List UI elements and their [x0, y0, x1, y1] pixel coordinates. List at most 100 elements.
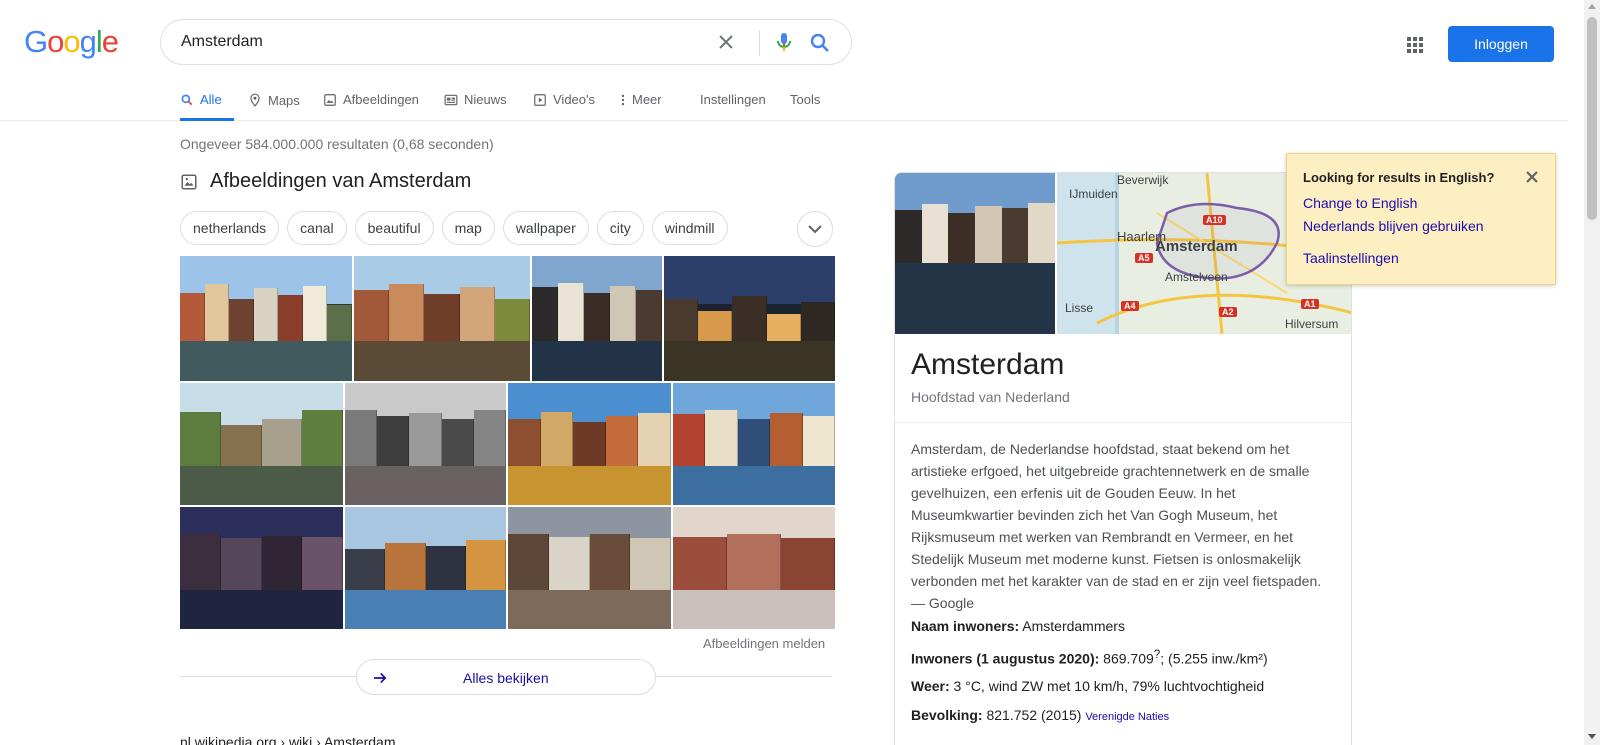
fact-value: 821.752 (2015)	[986, 707, 1082, 723]
map-shield-a4: A4	[1121, 301, 1139, 311]
fact-bevolking: Bevolking: 821.752 (2015) Verenigde Nati…	[911, 707, 1169, 723]
chip-canal[interactable]: canal	[287, 211, 347, 245]
result-stats: Ongeveer 584.000.000 resultaten (0,68 se…	[180, 136, 494, 152]
fact-label[interactable]: Inwoners (1 augustus 2020):	[911, 651, 1099, 667]
description-text: Amsterdam, de Nederlandse hoofdstad, sta…	[911, 441, 1322, 589]
scroll-down-icon[interactable]	[1588, 734, 1596, 739]
logo-letter: g	[79, 24, 97, 59]
knowledge-panel-photo[interactable]	[895, 173, 1055, 334]
image-thumbnail[interactable]	[180, 256, 352, 381]
map-label-lisse: Lisse	[1065, 301, 1094, 315]
chip-beautiful[interactable]: beautiful	[354, 211, 434, 245]
knowledge-panel-divider	[895, 422, 1351, 423]
logo-letter: o	[47, 24, 64, 59]
tab-all[interactable]: Alle	[180, 92, 222, 107]
chip-map[interactable]: map	[441, 211, 495, 245]
fact-naam-inwoners: Naam inwoners: Amsterdammers	[911, 618, 1125, 634]
tab-news[interactable]: Nieuws	[444, 92, 507, 107]
image-thumbnail[interactable]	[532, 256, 662, 381]
tab-maps[interactable]: Maps	[248, 92, 300, 108]
chip-netherlands[interactable]: netherlands	[180, 211, 280, 245]
chevron-down-icon	[808, 225, 822, 234]
chip-windmill[interactable]: windmill	[651, 211, 728, 245]
image-icon	[181, 174, 197, 189]
search-icon	[181, 93, 193, 105]
images-heading-text: Afbeeldingen van Amsterdam	[210, 170, 472, 192]
signin-button[interactable]: Inloggen	[1448, 26, 1554, 62]
tab-videos[interactable]: Video's	[533, 92, 595, 107]
image-thumbnail[interactable]	[673, 383, 835, 505]
tab-tools[interactable]: Tools	[790, 92, 820, 107]
result-breadcrumb[interactable]: nl.wikipedia.org › wiki › Amsterdam	[180, 734, 396, 745]
report-images-link[interactable]: Afbeeldingen melden	[703, 636, 825, 651]
knowledge-panel: Beverwijk IJmuiden Haarlem Amsterdam Ams…	[894, 172, 1352, 745]
map-label-amstelveen: Amstelveen	[1165, 270, 1228, 284]
more-vert-icon	[621, 94, 625, 105]
apps-grid-icon[interactable]	[1403, 33, 1427, 57]
chip-wallpaper[interactable]: wallpaper	[502, 211, 589, 245]
fact-inwoners: Inwoners (1 augustus 2020): 869.709?; (5…	[911, 648, 1268, 667]
fact-label[interactable]: Naam inwoners:	[911, 618, 1019, 634]
microphone-icon[interactable]	[772, 30, 796, 54]
chips-expand-button[interactable]	[797, 211, 833, 247]
map-shield-a2: A2	[1219, 307, 1237, 317]
image-thumbnail[interactable]	[345, 383, 506, 505]
tab-label: Maps	[268, 92, 300, 108]
logo-letter: e	[101, 24, 119, 59]
language-popup-title: Looking for results in English?	[1303, 170, 1495, 185]
image-thumbnail[interactable]	[354, 256, 530, 381]
description-source: — Google	[911, 595, 975, 611]
arrow-right-icon	[374, 672, 387, 684]
google-logo[interactable]: Google	[24, 24, 119, 60]
tab-label: Instellingen	[700, 92, 766, 107]
search-divider	[759, 30, 760, 56]
search-input[interactable]: Amsterdam	[181, 33, 263, 51]
logo-letter: o	[63, 24, 80, 59]
image-thumbnail[interactable]	[664, 256, 835, 381]
see-all-button[interactable]: Alles bekijken	[356, 659, 656, 695]
header: Google Amsterdam Inloggen Alle Maps Afbe…	[0, 0, 1568, 121]
image-thumbnail[interactable]	[180, 383, 343, 505]
keep-dutch-link[interactable]: Nederlands blijven gebruiken	[1303, 218, 1484, 234]
fact-weer: Weer: 3 °C, wind ZW met 10 km/h, 79% luc…	[911, 678, 1264, 694]
images-heading[interactable]: Afbeeldingen van Amsterdam	[180, 170, 471, 193]
news-icon	[444, 94, 458, 105]
chip-city[interactable]: city	[596, 211, 644, 245]
tab-label: Video's	[553, 92, 595, 107]
scroll-up-icon[interactable]	[1588, 4, 1596, 9]
active-tab-indicator	[180, 118, 234, 121]
close-icon[interactable]	[1523, 168, 1541, 186]
tab-more[interactable]: Meer	[620, 92, 662, 107]
image-thumbnail[interactable]	[180, 507, 343, 629]
tab-settings[interactable]: Instellingen	[700, 92, 766, 107]
map-shield-a5: A5	[1135, 253, 1153, 263]
scrollbar-thumb[interactable]	[1587, 17, 1597, 220]
map-shield-a1: A1	[1301, 299, 1319, 309]
page-scrollbar[interactable]	[1584, 0, 1600, 745]
fact-value: 3 °C, wind ZW met 10 km/h, 79% luchtvoch…	[953, 678, 1265, 694]
tab-label: Meer	[632, 92, 662, 107]
tab-label: Alle	[200, 92, 222, 107]
image-thumbnail[interactable]	[508, 383, 671, 505]
map-label-amsterdam: Amsterdam	[1155, 238, 1238, 255]
change-to-english-link[interactable]: Change to English	[1303, 195, 1417, 211]
map-shield-a10: A10	[1203, 215, 1226, 225]
image-icon	[324, 93, 336, 106]
fact-label[interactable]: Bevolking:	[911, 707, 983, 723]
search-icon[interactable]	[808, 31, 832, 55]
search-box[interactable]: Amsterdam	[160, 19, 852, 65]
fact-source-link[interactable]: Verenigde Naties	[1085, 711, 1169, 723]
fact-label[interactable]: Weer:	[911, 678, 950, 694]
image-thumbnail[interactable]	[673, 507, 835, 629]
tab-label: Nieuws	[464, 92, 507, 107]
tab-label: Tools	[790, 92, 821, 107]
image-thumbnail[interactable]	[508, 507, 671, 629]
map-label-ijmuiden: IJmuiden	[1069, 187, 1118, 201]
tab-images[interactable]: Afbeeldingen	[323, 92, 419, 107]
clear-icon[interactable]	[714, 30, 738, 54]
image-thumbnail[interactable]	[345, 507, 506, 629]
language-settings-link[interactable]: Taalinstellingen	[1303, 250, 1399, 266]
fact-value: Amsterdammers	[1022, 618, 1125, 634]
fact-value: 869.709	[1103, 650, 1154, 667]
see-all-label: Alles bekijken	[463, 670, 549, 686]
